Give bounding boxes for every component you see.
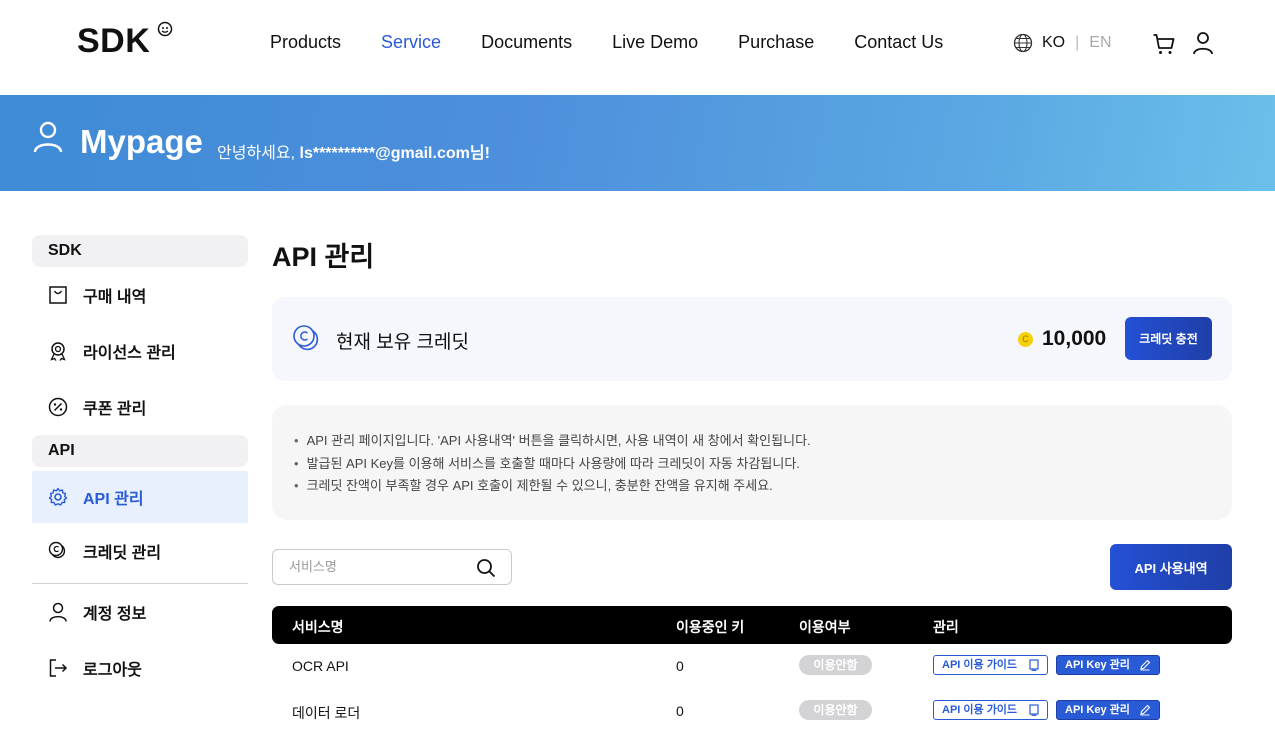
status-badge: 이용안함: [799, 700, 872, 720]
nav-documents[interactable]: Documents: [481, 32, 572, 53]
credit-balance-card: 현재 보유 크레딧 C 10,000 크레딧 충전: [272, 297, 1232, 381]
sidebar-item-label: 쿠폰 관리: [83, 401, 147, 418]
top-header: SDK Products Service Documents Live Demo…: [0, 0, 1275, 95]
user-icon: [33, 121, 63, 153]
api-key-manage-button[interactable]: API Key 관리: [1056, 655, 1160, 675]
credit-amount: 10,000: [1042, 327, 1107, 350]
section-title: API 관리: [272, 242, 375, 272]
table-row: 데이터 로더 0 이용안함 API 이용 가이드 API Key 관리: [272, 689, 1232, 734]
coupon-icon: [48, 397, 68, 417]
logout-icon: [48, 658, 68, 678]
sidebar-item-account[interactable]: 계정 정보: [32, 584, 248, 640]
column-header: 관리: [933, 619, 959, 635]
charge-credit-button[interactable]: 크레딧 충전: [1125, 317, 1212, 360]
service-search: [272, 549, 512, 585]
button-label: API Key 관리: [1065, 704, 1130, 716]
api-guide-button[interactable]: API 이용 가이드: [933, 700, 1048, 720]
button-label: API Key 관리: [1065, 659, 1130, 671]
status-badge: 이용안함: [799, 655, 872, 675]
api-usage-history-button[interactable]: API 사용내역: [1110, 544, 1232, 590]
document-icon: [1029, 704, 1039, 716]
award-icon: [48, 341, 68, 361]
active-key-count: 0: [676, 703, 684, 719]
sidebar-item-purchase-history[interactable]: 구매 내역: [32, 267, 248, 323]
api-guide-button[interactable]: API 이용 가이드: [933, 655, 1048, 675]
bag-icon: [48, 285, 68, 305]
globe-icon: [1013, 33, 1033, 53]
lang-ko[interactable]: KO: [1042, 34, 1065, 52]
nav-purchase[interactable]: Purchase: [738, 32, 814, 53]
nav-live-demo[interactable]: Live Demo: [612, 32, 698, 53]
sidebar-item-api-management[interactable]: API 관리: [32, 471, 248, 523]
greeting-prefix: 안녕하세요,: [217, 145, 300, 162]
notice-item: 크레딧 잔액이 부족할 경우 API 호출이 제한될 수 있으니, 충분한 잔액…: [294, 475, 1232, 498]
sidebar-item-label: 로그아웃: [83, 662, 142, 679]
button-label: API 이용 가이드: [942, 704, 1018, 716]
nav-products[interactable]: Products: [270, 32, 341, 53]
table-header: 서비스명 이용중인 키 이용여부 관리: [272, 606, 1232, 644]
mypage-banner: Mypage 안녕하세요, ls**********@gmail.com님!: [0, 95, 1275, 191]
sidebar-item-label: 라이선스 관리: [83, 345, 176, 362]
sidebar: SDK 구매 내역 라이선스 관리 쿠폰 관리 API API 관리 크레딧 관…: [32, 235, 248, 696]
button-label: API 이용 가이드: [942, 659, 1018, 671]
sidebar-item-coupon[interactable]: 쿠폰 관리: [32, 379, 248, 435]
notice-box: API 관리 페이지입니다. 'API 사용내역' 버튼을 클릭하시면, 사용 …: [272, 405, 1232, 520]
column-header: 서비스명: [292, 619, 344, 635]
user-email: ls**********@gmail.com: [299, 145, 470, 162]
page-title: Mypage: [80, 123, 203, 160]
api-service-table: 서비스명 이용중인 키 이용여부 관리 OCR API 0 이용안함 API 이…: [272, 606, 1232, 734]
table-row: OCR API 0 이용안함 API 이용 가이드 API Key 관리: [272, 644, 1232, 689]
credit-coin-icon: [293, 325, 319, 351]
sidebar-group-api: API: [32, 435, 248, 467]
sidebar-item-label: 계정 정보: [83, 606, 147, 623]
user-icon: [48, 602, 68, 622]
api-key-manage-button[interactable]: API Key 관리: [1056, 700, 1160, 720]
pencil-icon: [1140, 659, 1151, 671]
main-nav: Products Service Documents Live Demo Pur…: [270, 32, 983, 53]
cart-icon[interactable]: [1152, 32, 1176, 56]
pencil-icon: [1140, 704, 1151, 716]
sidebar-item-label: API 관리: [83, 491, 144, 508]
language-switch: KO | EN: [1013, 33, 1112, 53]
sidebar-item-credit-management[interactable]: 크레딧 관리: [32, 523, 248, 579]
search-icon[interactable]: [476, 558, 496, 578]
sdk-logo[interactable]: SDK: [77, 22, 150, 61]
credit-label: 현재 보유 크레딧: [336, 332, 469, 353]
service-name: 데이터 로더: [292, 705, 361, 721]
notice-item: 발급된 API Key를 이용해 서비스를 호출할 때마다 사용량에 따라 크레…: [294, 453, 1232, 476]
logo-badge-icon: [157, 21, 173, 37]
document-icon: [1029, 659, 1039, 671]
active-key-count: 0: [676, 658, 684, 674]
notice-item: API 관리 페이지입니다. 'API 사용내역' 버튼을 클릭하시면, 사용 …: [294, 430, 1232, 453]
nav-contact-us[interactable]: Contact Us: [854, 32, 943, 53]
nav-service[interactable]: Service: [381, 32, 441, 53]
lang-en[interactable]: EN: [1089, 34, 1111, 52]
sidebar-item-label: 크레딧 관리: [83, 545, 162, 562]
search-input[interactable]: [289, 559, 469, 574]
user-icon[interactable]: [1192, 31, 1214, 55]
sidebar-item-logout[interactable]: 로그아웃: [32, 640, 248, 696]
gear-icon: [48, 487, 68, 507]
coin-icon: C: [1018, 332, 1033, 347]
credit-coin-icon: [48, 541, 68, 561]
column-header: 이용여부: [799, 619, 851, 635]
sidebar-item-license[interactable]: 라이선스 관리: [32, 323, 248, 379]
greeting-suffix: 님!: [469, 145, 490, 162]
column-header: 이용중인 키: [676, 619, 745, 635]
sidebar-item-label: 구매 내역: [83, 289, 147, 306]
greeting-text: 안녕하세요, ls**********@gmail.com님!: [217, 139, 490, 163]
lang-separator: |: [1075, 34, 1080, 51]
service-name: OCR API: [292, 658, 349, 674]
sidebar-group-sdk: SDK: [32, 235, 248, 267]
